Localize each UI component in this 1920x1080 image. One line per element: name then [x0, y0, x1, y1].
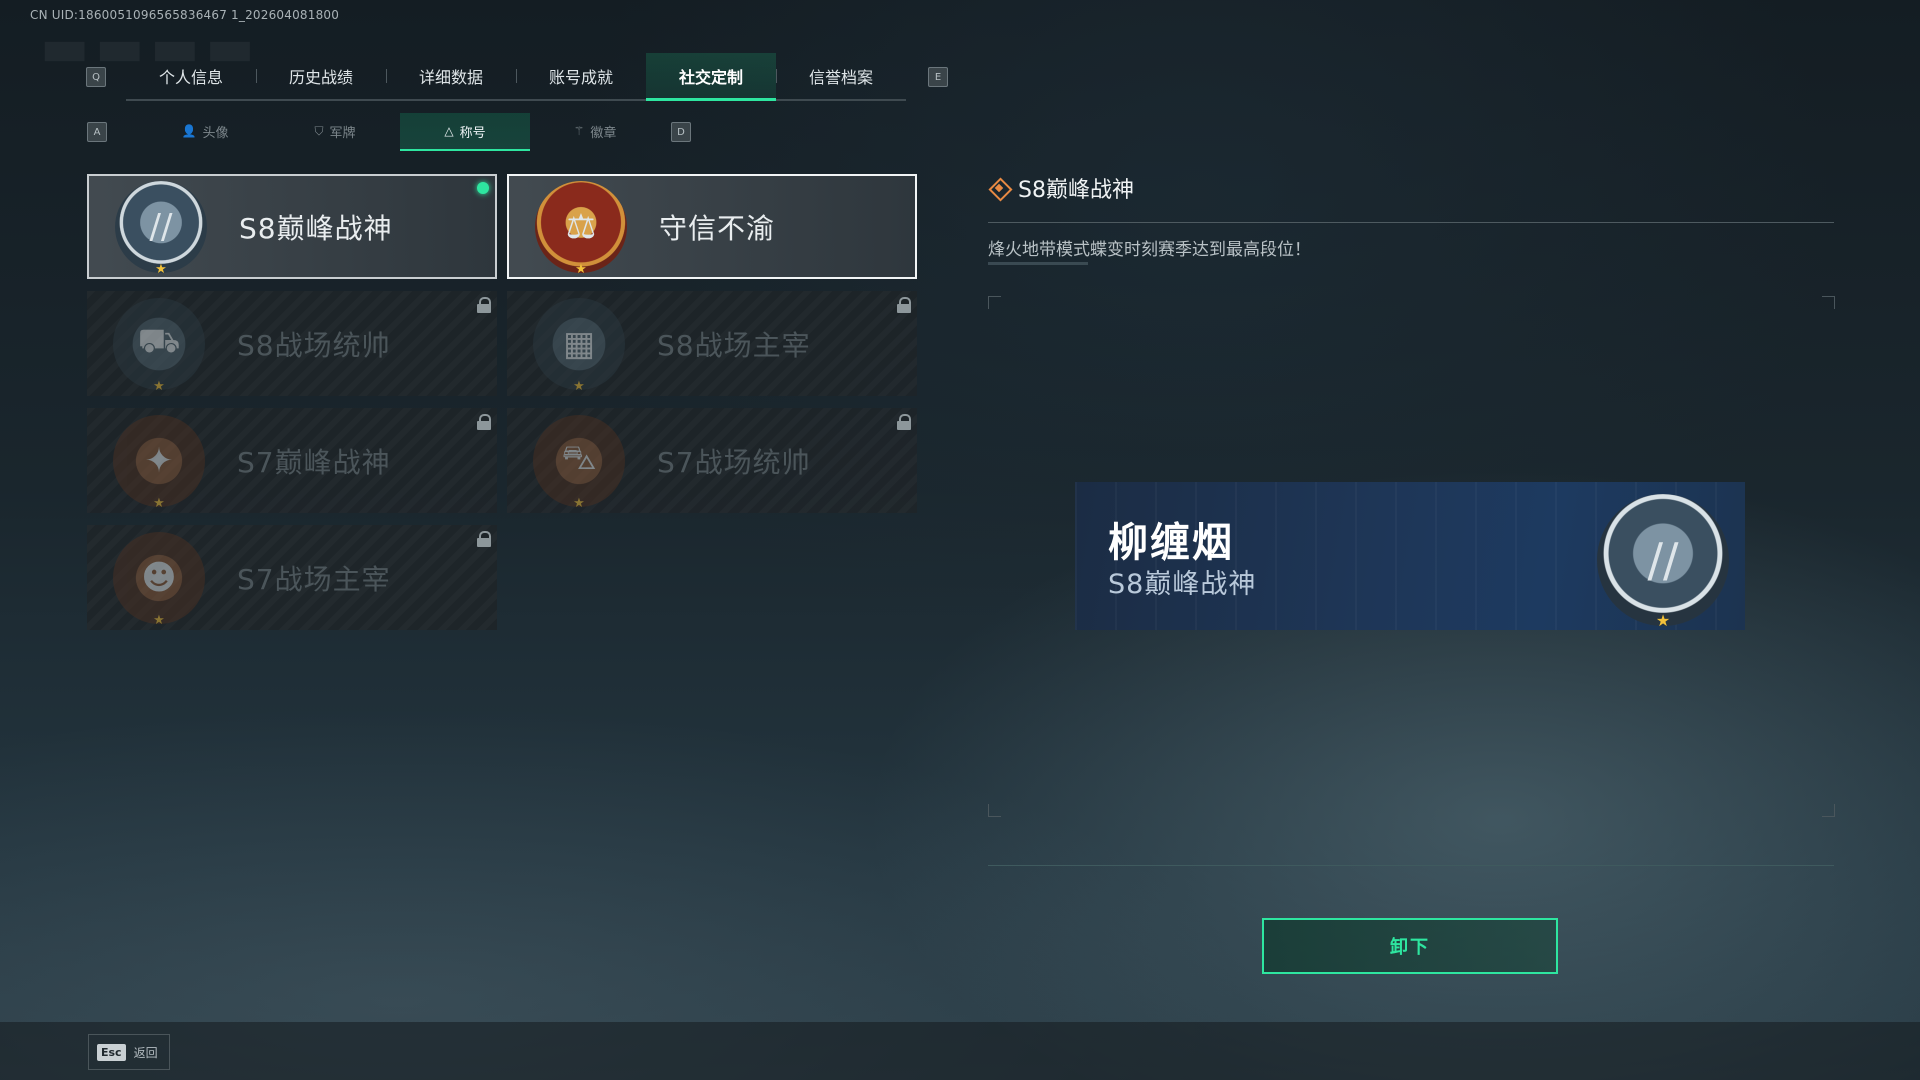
- gun-emblem-icon: ✦ ★: [113, 414, 205, 511]
- subtab-dogtag-label: 军牌: [329, 125, 356, 141]
- detail-heading: S8巅峰战神: [988, 172, 1134, 204]
- title-card-name: S8战场统帅: [237, 328, 391, 362]
- main-tab-bar: 个人信息 历史战绩 详细数据 账号成就 社交定制 信誉档案: [126, 53, 906, 101]
- detail-divider: [988, 222, 1834, 223]
- title-card-s8-dominator[interactable]: ▦ ★ S8战场主宰: [507, 291, 917, 396]
- a-key-hint[interactable]: A: [87, 122, 107, 142]
- bottom-divider: [988, 865, 1834, 866]
- lock-icon: [897, 297, 911, 313]
- badge-icon: ⚚: [573, 124, 585, 138]
- frame-corner: [1822, 804, 1835, 817]
- frame-corner: [988, 804, 1001, 817]
- esc-key-hint: Esc: [97, 1043, 126, 1061]
- tab-personal-info[interactable]: 个人信息: [126, 53, 256, 99]
- tab-detailed-data[interactable]: 详细数据: [386, 53, 516, 99]
- d-key-hint[interactable]: D: [671, 122, 691, 142]
- tab-achievements[interactable]: 账号成就: [516, 53, 646, 99]
- back-label: 返回: [133, 1045, 158, 1060]
- title-card-name: S7巅峰战神: [237, 445, 391, 479]
- lock-icon: [477, 297, 491, 313]
- dogtag-icon: ⛉: [314, 123, 324, 138]
- subtab-badge-label: 徽章: [590, 125, 617, 141]
- title-card-s7-commander[interactable]: ⛍ ★ S7战场统帅: [507, 408, 917, 513]
- soldier-emblem-icon: ☻ ★: [113, 531, 205, 628]
- scales-emblem-icon: ⚖ ★: [535, 180, 627, 277]
- unequip-button[interactable]: 卸下: [1262, 918, 1558, 974]
- q-key-hint[interactable]: Q: [86, 67, 106, 87]
- title-card-name: S8巅峰战神: [239, 211, 393, 245]
- title-icon: △: [444, 124, 454, 138]
- detail-accent-bar: [988, 262, 1088, 265]
- building-emblem-icon: ▦ ★: [533, 297, 625, 394]
- diamond-icon: [988, 177, 1010, 199]
- title-card-s7-peak[interactable]: ✦ ★ S7巅峰战神: [87, 408, 497, 513]
- preview-title: S8巅峰战神: [1108, 569, 1257, 600]
- title-preview-banner: 柳缠烟 S8巅峰战神 //★: [1075, 482, 1745, 630]
- title-card-name: S7战场统帅: [657, 445, 811, 479]
- preview-player-name: 柳缠烟: [1108, 520, 1234, 566]
- subtab-avatar-label: 头像: [202, 125, 229, 141]
- lock-icon: [897, 414, 911, 430]
- title-card-keep-faith[interactable]: ⚖ ★ 守信不渝: [507, 174, 917, 279]
- title-card-name: 守信不渝: [659, 211, 776, 245]
- detail-title-text: S8巅峰战神: [1018, 178, 1134, 203]
- frame-corner: [988, 296, 1001, 309]
- truck-emblem-icon: ⛍ ★: [533, 414, 625, 511]
- lock-icon: [477, 531, 491, 547]
- frame-corner: [1822, 296, 1835, 309]
- tab-social-custom[interactable]: 社交定制: [646, 53, 776, 101]
- title-card-name: S8战场主宰: [657, 328, 811, 362]
- person-icon: 👤: [181, 124, 197, 138]
- lock-icon: [477, 414, 491, 430]
- sub-tab-bar: 👤 头像 ⛉ 军牌 △ 称号 ⚚ 徽章: [140, 113, 660, 151]
- subtab-title-label: 称号: [459, 125, 486, 141]
- e-key-hint[interactable]: E: [928, 67, 948, 87]
- subtab-badge[interactable]: ⚚ 徽章: [530, 113, 660, 149]
- tab-history[interactable]: 历史战绩: [256, 53, 386, 99]
- title-card-s8-commander[interactable]: ⛟ ★ S8战场统帅: [87, 291, 497, 396]
- tab-credit-record[interactable]: 信誉档案: [776, 53, 906, 99]
- footer-bar: [0, 1022, 1920, 1080]
- s8-peak-emblem-icon: //★: [115, 180, 207, 277]
- subtab-avatar[interactable]: 👤 头像: [140, 113, 270, 149]
- title-card-name: S7战场主宰: [237, 562, 391, 596]
- back-button[interactable]: Esc 返回: [88, 1034, 170, 1070]
- subtab-title[interactable]: △ 称号: [400, 113, 530, 151]
- equipped-indicator: [477, 182, 489, 194]
- subtab-dogtag[interactable]: ⛉ 军牌: [270, 113, 400, 149]
- detail-description: 烽火地带模式蝶变时刻赛季达到最高段位！: [988, 240, 1311, 260]
- title-card-s7-dominator[interactable]: ☻ ★ S7战场主宰: [87, 525, 497, 630]
- s8-peak-emblem-icon: //★: [1597, 494, 1729, 630]
- tank-emblem-icon: ⛟ ★: [113, 297, 205, 394]
- title-card-s8-peak[interactable]: //★ S8巅峰战神: [87, 174, 497, 279]
